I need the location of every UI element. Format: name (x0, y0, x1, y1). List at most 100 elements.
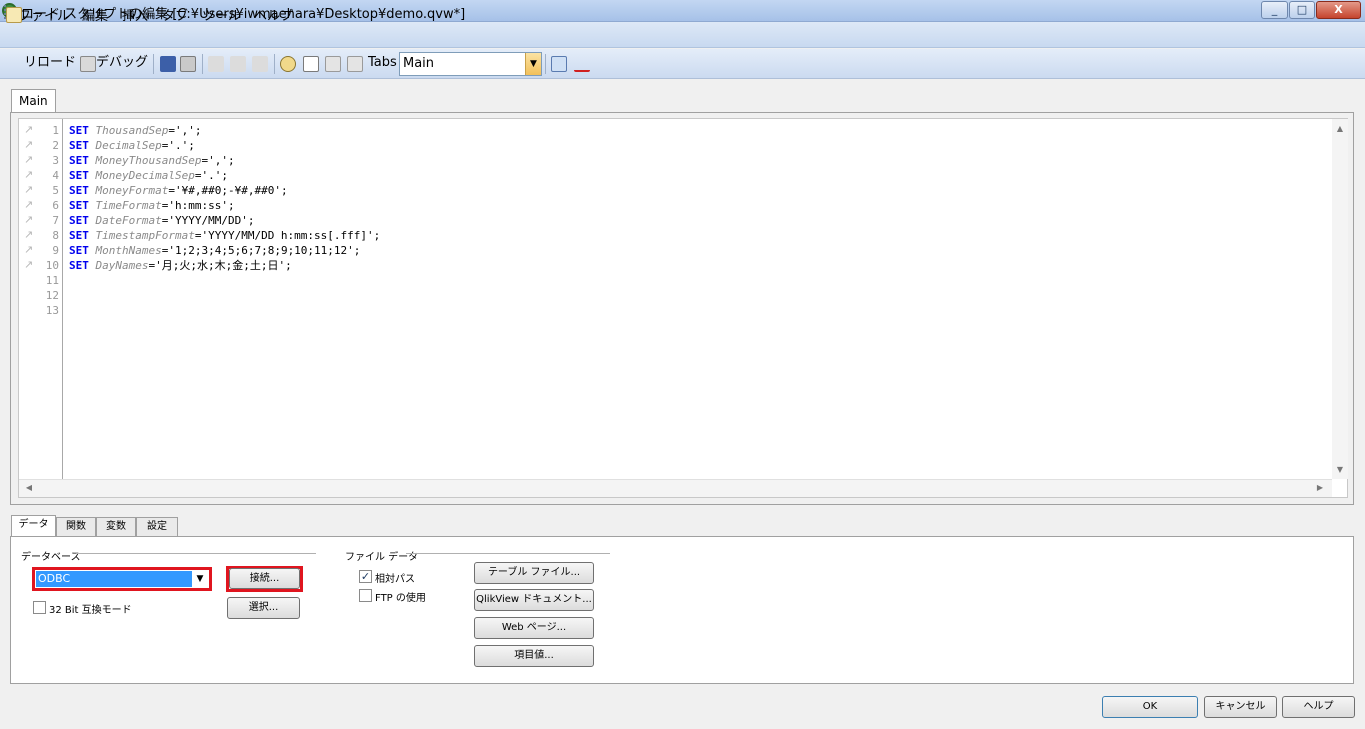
minimize-button[interactable]: _ (1261, 1, 1288, 19)
menu-tab[interactable]: タブ (162, 5, 188, 24)
code-line[interactable]: SET MoneyDecimalSep='.'; (69, 168, 228, 183)
ok-button[interactable]: OK (1102, 696, 1198, 718)
reload-button[interactable]: リロード (24, 52, 76, 74)
variable-name: DateFormat (95, 214, 162, 227)
file-data-group-label: ファイル データ (345, 552, 419, 563)
code-line[interactable]: SET TimeFormat='h:mm:ss'; (69, 198, 235, 213)
debug-button[interactable]: デバッグ (96, 52, 148, 74)
tab-settings[interactable]: 設定 (136, 517, 178, 537)
relative-path-checkbox[interactable]: ✓ (359, 570, 372, 583)
assignment-value: ='.'; (194, 169, 228, 182)
code-line[interactable]: SET DateFormat='YYYY/MM/DD'; (69, 213, 254, 228)
keyword: SET (69, 199, 89, 212)
web-page-button[interactable]: Web ページ... (474, 617, 594, 639)
breakpoint-icon[interactable]: ↗ (24, 139, 36, 150)
keyword: SET (69, 259, 89, 272)
breakpoint-icon[interactable]: ↗ (24, 244, 36, 255)
toolbar (0, 49, 1365, 79)
scroll-up-icon[interactable]: ▲ (1332, 121, 1348, 137)
breakpoint-icon[interactable]: ↗ (24, 154, 36, 165)
scroll-right-icon[interactable]: ▶ (1312, 480, 1328, 496)
promote-tab-icon[interactable] (325, 56, 341, 72)
chevron-down-icon[interactable]: ▼ (525, 53, 541, 75)
code-line[interactable]: SET TimestampFormat='YYYY/MM/DD h:mm:ss[… (69, 228, 380, 243)
variable-name: MoneyDecimalSep (95, 169, 195, 182)
variable-name: TimestampFormat (95, 229, 195, 242)
toolbar-separator (545, 54, 546, 74)
table-file-button[interactable]: テーブル ファイル... (474, 562, 594, 584)
assignment-value: ='YYYY/MM/DD h:mm:ss[.fff]'; (194, 229, 381, 242)
debug-icon[interactable] (80, 56, 96, 72)
code-line[interactable]: SET MonthNames='1;2;3;4;5;6;7;8;9;10;11;… (69, 243, 360, 258)
breakpoint-icon[interactable]: ↗ (24, 169, 36, 180)
scroll-left-icon[interactable]: ◀ (21, 480, 37, 496)
group-divider (76, 553, 316, 554)
line-number: 13 (45, 304, 59, 317)
assignment-value: ='1;2;3;4;5;6;7;8;9;10;11;12'; (161, 244, 361, 257)
breakpoint-icon[interactable]: ↗ (24, 229, 36, 240)
print-icon[interactable] (180, 56, 196, 72)
variable-name: DayNames (95, 259, 149, 272)
menu-tools[interactable]: ツール (202, 5, 241, 24)
tab-variables[interactable]: 変数 (96, 517, 136, 537)
qlikview-document-button[interactable]: QlikView ドキュメント... (474, 589, 594, 611)
menu-edit[interactable]: 編集 (82, 5, 108, 24)
breakpoint-icon[interactable]: ↗ (24, 214, 36, 225)
code-line[interactable]: SET DayNames='月;火;水;木;金;土;日'; (69, 258, 292, 273)
select-button[interactable]: 選択... (227, 597, 300, 619)
vertical-scrollbar[interactable]: ▲ ▼ (1332, 119, 1348, 479)
paste-icon[interactable] (252, 56, 268, 72)
spellcheck-icon[interactable] (574, 56, 590, 72)
tab-functions[interactable]: 関数 (56, 517, 96, 537)
keyword: SET (69, 124, 89, 137)
connect-button[interactable]: 接続... (229, 568, 300, 589)
breakpoint-icon[interactable]: ↗ (24, 199, 36, 210)
new-tab-icon[interactable] (303, 56, 319, 72)
find-icon[interactable] (280, 56, 296, 72)
maximize-button[interactable]: □ (1289, 1, 1315, 19)
keyword: SET (69, 229, 89, 242)
code-line[interactable]: SET ThousandSep=','; (69, 123, 201, 138)
reload-icon[interactable] (6, 7, 22, 23)
database-select[interactable]: ODBC ▼ (32, 567, 212, 591)
keyword: SET (69, 169, 89, 182)
help-button[interactable]: ヘルプ (1282, 696, 1355, 718)
horizontal-scrollbar[interactable]: ◀ ▶ (19, 479, 1332, 497)
menu-file[interactable]: ファイル (18, 5, 70, 24)
demote-tab-icon[interactable] (347, 56, 363, 72)
tab-data[interactable]: データ (11, 515, 56, 537)
code-line[interactable]: SET MoneyFormat='¥#,##0;-¥#,##0'; (69, 183, 288, 198)
expand-icon[interactable] (551, 56, 567, 72)
code-line[interactable]: SET MoneyThousandSep=','; (69, 153, 235, 168)
chevron-down-icon[interactable]: ▼ (192, 571, 208, 587)
tab-main[interactable]: Main (11, 89, 56, 113)
field-value-button[interactable]: 項目値... (474, 645, 594, 667)
cut-icon[interactable] (208, 56, 224, 72)
save-icon[interactable] (160, 56, 176, 72)
assignment-value: ='YYYY/MM/DD'; (161, 214, 255, 227)
assignment-value: ='¥#,##0;-¥#,##0'; (168, 184, 288, 197)
menu-help[interactable]: ヘルプ (254, 5, 293, 24)
close-button[interactable]: X (1316, 1, 1361, 19)
bit32-checkbox[interactable] (33, 601, 46, 614)
tabs-dropdown[interactable]: Main ▼ (399, 52, 542, 76)
script-editor[interactable]: 1 ↗ SET ThousandSep=','; 2 ↗ SET DecimalSep='… (18, 118, 1348, 498)
menu-bar (0, 22, 1365, 48)
cancel-button[interactable]: キャンセル (1204, 696, 1277, 718)
copy-icon[interactable] (230, 56, 246, 72)
breakpoint-icon[interactable]: ↗ (24, 259, 36, 270)
breakpoint-icon[interactable]: ↗ (24, 124, 36, 135)
ftp-checkbox[interactable] (359, 589, 372, 602)
menu-insert[interactable]: 挿入 (122, 5, 148, 24)
code-line[interactable]: SET DecimalSep='.'; (69, 138, 195, 153)
scroll-down-icon[interactable]: ▼ (1332, 462, 1348, 478)
breakpoint-icon[interactable]: ↗ (24, 184, 36, 195)
